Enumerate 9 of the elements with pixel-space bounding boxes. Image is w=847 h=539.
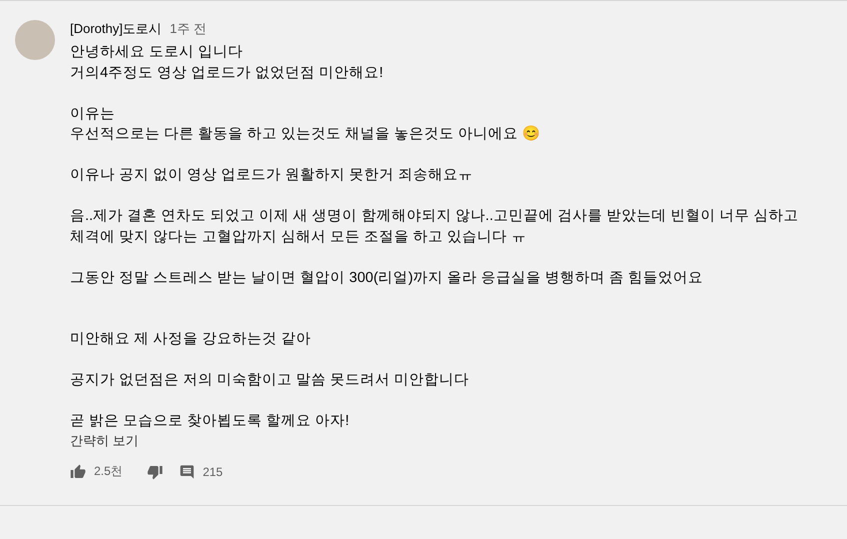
- thumbs-down-icon[interactable]: [146, 464, 163, 480]
- like-count: 2.5천: [94, 463, 123, 480]
- show-less-link[interactable]: 간략히 보기: [70, 432, 139, 450]
- comment-text: 안녕하세요 도로시 입니다 거의4주정도 영상 업로드가 없었던점 미안해요! 이유는 우선적으로는 다른 활동을 하고 있는것도 채널을 놓은것도 아니에요 😊 이유나 공지 없이 영상 업로드가 원활하지 못한거 죄송해요ㅠ 음..제가 결혼 연차도 되었고 이제 새 생명이 함께해야되지 않나..고민끝에 검사를 받았는데 빈혈이 너무 심하고 체격에 맞지 않다는 고혈압까지 심해서 모든 조절을 하고 있습니다 ㅠ 그동안 정말 스트레스 받는 날이면 혈압이 300(리얼)까지 올라 응급실을 병행하며 좀 힘들었어요 미안해요 제 사정을 강요하는것 같아 공지가 없던점은 저의 미숙함이고 말씀 못드려서 미안합니다 곧 밝은 모습으로 찾아뵙도록 할께요 아자!: [70, 43, 800, 431]
- thumbs-up-icon[interactable]: [70, 464, 86, 480]
- author-name[interactable]: [Dorothy]도로시: [70, 20, 162, 38]
- comment-icon[interactable]: [178, 464, 195, 480]
- reply-count: 215: [202, 464, 223, 478]
- comment-time[interactable]: 1주 전: [170, 20, 207, 38]
